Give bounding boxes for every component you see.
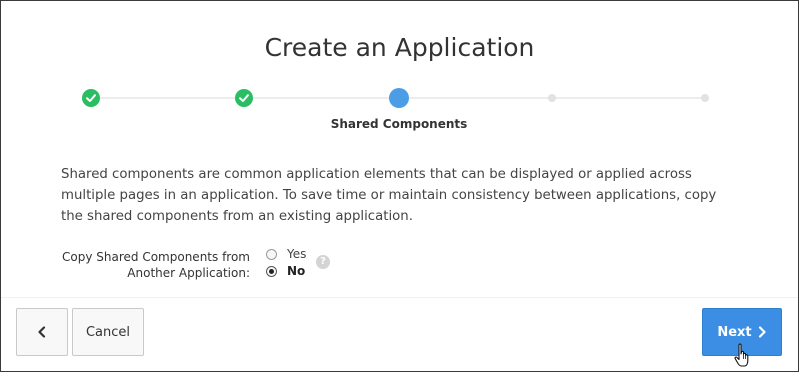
radio-option-no[interactable]: No bbox=[266, 263, 305, 279]
help-icon[interactable]: ? bbox=[316, 255, 330, 269]
radio-option-yes[interactable]: Yes bbox=[266, 246, 306, 262]
copy-shared-components-label: Copy Shared Components from Another Appl… bbox=[61, 249, 250, 281]
chevron-left-icon bbox=[38, 326, 46, 338]
copy-label-line2: Another Application: bbox=[127, 266, 250, 280]
step-description: Shared components are common application… bbox=[61, 167, 717, 224]
wizard-step-2-complete-icon bbox=[235, 89, 253, 107]
footer-divider bbox=[1, 297, 798, 298]
cancel-button-label: Cancel bbox=[85, 324, 131, 340]
wizard-step-4-upcoming bbox=[548, 94, 556, 102]
current-step-label: Shared Components bbox=[330, 117, 468, 131]
radio-yes-label[interactable]: Yes bbox=[287, 247, 306, 261]
cancel-button[interactable]: Cancel bbox=[72, 308, 144, 356]
wizard-dialog: Create an Application Shared Components … bbox=[0, 0, 799, 372]
hand-cursor-icon bbox=[734, 343, 749, 367]
chevron-right-icon bbox=[758, 326, 766, 338]
wizard-step-5-upcoming bbox=[701, 94, 709, 102]
radio-no-button[interactable] bbox=[266, 265, 277, 277]
wizard-step-1-complete-icon bbox=[82, 89, 100, 107]
copy-label-line1: Copy Shared Components from bbox=[62, 250, 250, 264]
radio-no-label[interactable]: No bbox=[287, 264, 305, 278]
back-button[interactable] bbox=[16, 308, 68, 356]
radio-yes-button[interactable] bbox=[266, 248, 277, 260]
wizard-step-3-current bbox=[389, 88, 409, 108]
page-title: Create an Application bbox=[264, 33, 535, 62]
next-button-label: Next bbox=[717, 324, 752, 340]
